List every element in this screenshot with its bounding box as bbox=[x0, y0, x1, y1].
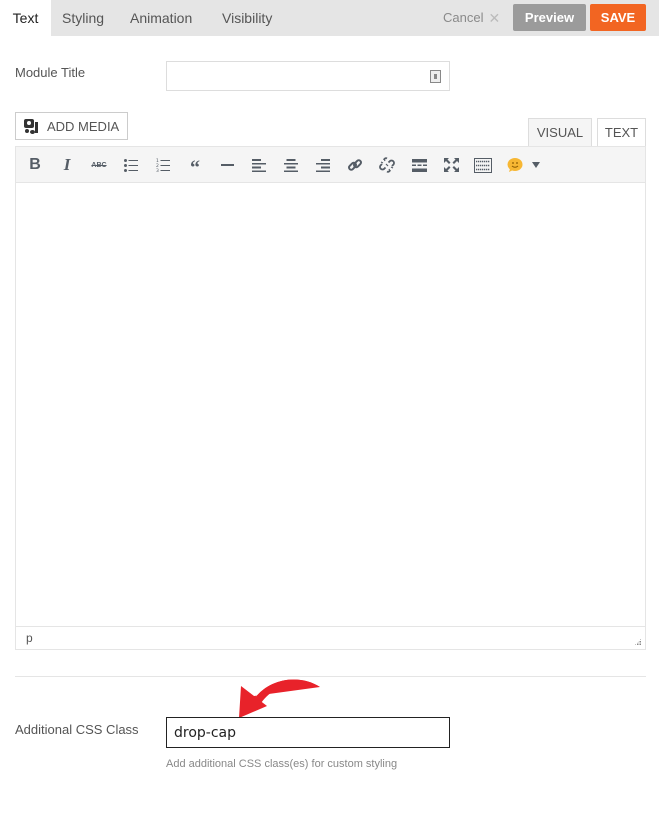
top-tab-bar: Text Styling Animation Visibility Cancel… bbox=[0, 0, 659, 36]
css-class-label: Additional CSS Class bbox=[15, 722, 139, 737]
strikethrough-icon[interactable]: ABC bbox=[87, 153, 111, 177]
tab-visibility[interactable]: Visibility bbox=[222, 0, 272, 36]
emoji-icon bbox=[507, 158, 522, 172]
chevron-down-icon bbox=[531, 162, 540, 168]
emoji-picker-button[interactable] bbox=[503, 153, 543, 177]
read-more-icon[interactable] bbox=[407, 153, 431, 177]
add-media-button[interactable]: ADD MEDIA bbox=[15, 112, 128, 140]
editor-toolbar: B I ABC 123 “ bbox=[16, 147, 645, 183]
tab-animation[interactable]: Animation bbox=[130, 0, 192, 36]
bold-icon[interactable]: B bbox=[23, 153, 47, 177]
element-path[interactable]: p bbox=[26, 631, 33, 645]
resize-handle-icon[interactable] bbox=[634, 638, 642, 646]
media-icon bbox=[24, 118, 41, 134]
css-class-field[interactable] bbox=[166, 717, 450, 748]
horizontal-line-icon[interactable] bbox=[215, 153, 239, 177]
editor-statusbar: p bbox=[16, 626, 645, 649]
save-button[interactable]: SAVE bbox=[590, 4, 646, 31]
text-tab[interactable]: TEXT bbox=[597, 118, 646, 147]
align-left-icon[interactable] bbox=[247, 153, 271, 177]
rich-text-editor: B I ABC 123 “ p bbox=[15, 146, 646, 650]
css-class-help-text: Add additional CSS class(es) for custom … bbox=[166, 758, 398, 770]
visual-tab[interactable]: VISUAL bbox=[528, 118, 592, 147]
preview-button[interactable]: Preview bbox=[513, 4, 586, 31]
add-media-label: ADD MEDIA bbox=[47, 118, 120, 134]
toolbar-toggle-icon[interactable] bbox=[471, 153, 495, 177]
align-right-icon[interactable] bbox=[311, 153, 335, 177]
cancel-label: Cancel bbox=[443, 10, 484, 25]
remove-link-icon[interactable] bbox=[375, 153, 399, 177]
cancel-button[interactable]: Cancel ✕ bbox=[443, 10, 500, 25]
annotation-arrow-icon bbox=[239, 679, 320, 718]
tab-styling[interactable]: Styling bbox=[62, 0, 104, 36]
css-class-input[interactable] bbox=[167, 718, 449, 747]
module-title-label: Module Title bbox=[15, 65, 86, 80]
insert-link-icon[interactable] bbox=[343, 153, 367, 177]
editor-content-area[interactable] bbox=[16, 183, 645, 627]
close-icon: ✕ bbox=[488, 9, 501, 26]
module-title-input[interactable] bbox=[167, 62, 449, 90]
section-divider bbox=[15, 676, 646, 677]
italic-icon[interactable]: I bbox=[55, 153, 79, 177]
bulleted-list-icon[interactable] bbox=[119, 153, 143, 177]
fullscreen-icon[interactable] bbox=[439, 153, 463, 177]
blockquote-icon[interactable]: “ bbox=[183, 153, 207, 178]
align-center-icon[interactable] bbox=[279, 153, 303, 177]
numbered-list-icon[interactable]: 123 bbox=[151, 153, 175, 177]
contact-card-icon[interactable] bbox=[430, 70, 441, 83]
module-title-field[interactable] bbox=[166, 61, 450, 91]
tab-text[interactable]: Text bbox=[0, 0, 51, 36]
svg-text:3: 3 bbox=[156, 168, 159, 172]
